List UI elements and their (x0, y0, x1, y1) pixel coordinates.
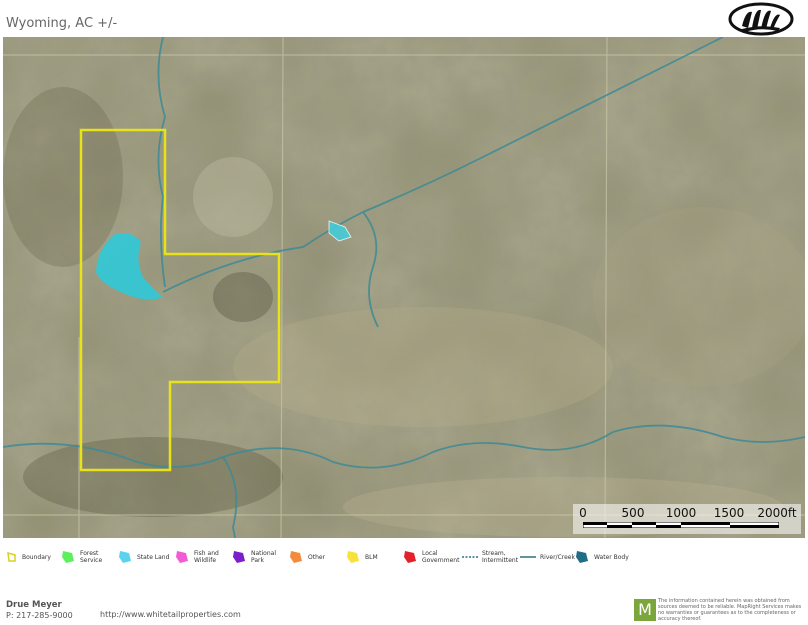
disclaimer-text: The information contained herein was obt… (658, 598, 802, 622)
agent-phone: P: 217-285-9000 (6, 611, 73, 620)
scale-label-2000ft: 2000ft (757, 506, 797, 520)
satellite-map[interactable]: 0 500 1000 1500 2000ft (3, 37, 805, 538)
map-title: Wyoming, AC +/- (6, 16, 118, 31)
legend-item-local-government: Local Government (402, 545, 459, 569)
stream-intermittent-icon (462, 556, 478, 558)
river-creek-icon (520, 556, 536, 558)
legend-item-stream-intermittent: Stream, Intermittent (462, 545, 518, 569)
local-government-icon (404, 551, 416, 563)
blm-icon (347, 551, 359, 563)
bear-paw-logo-icon (728, 2, 794, 36)
scale-label-1500: 1500 (713, 506, 745, 520)
website-link[interactable]: http://www.whitetailproperties.com (100, 610, 241, 619)
legend-item-other: Other (288, 545, 325, 569)
map-legend: Boundary Forest Service State Land Fish … (0, 545, 808, 569)
fish-wildlife-icon (176, 551, 188, 563)
header: Wyoming, AC +/- (0, 0, 808, 36)
scale-label-1000: 1000 (665, 506, 697, 520)
legend-item-forest-service: Forest Service (60, 545, 106, 569)
state-land-icon (119, 551, 131, 563)
scale-bar: 0 500 1000 1500 2000ft (573, 504, 801, 534)
water-body-icon (576, 551, 588, 563)
legend-item-blm: BLM (345, 545, 378, 569)
agent-name: Drue Meyer (6, 600, 62, 610)
national-park-icon (233, 551, 245, 563)
legend-item-fish-wildlife: Fish and Wildlife (174, 545, 220, 569)
legend-item-national-park: National Park (231, 545, 277, 569)
scale-label-500: 500 (621, 506, 645, 520)
legend-item-water-body: Water Body (574, 545, 629, 569)
mapright-logo-icon: M (634, 599, 656, 621)
scale-label-0: 0 (579, 506, 587, 520)
legend-item-state-land: State Land (117, 545, 169, 569)
forest-service-icon (62, 551, 74, 563)
scale-ruler (583, 522, 779, 528)
boundary-icon (7, 551, 16, 562)
legend-item-boundary: Boundary (6, 545, 51, 569)
other-icon (290, 551, 302, 563)
legend-item-river-creek: River/Creek (520, 545, 575, 569)
